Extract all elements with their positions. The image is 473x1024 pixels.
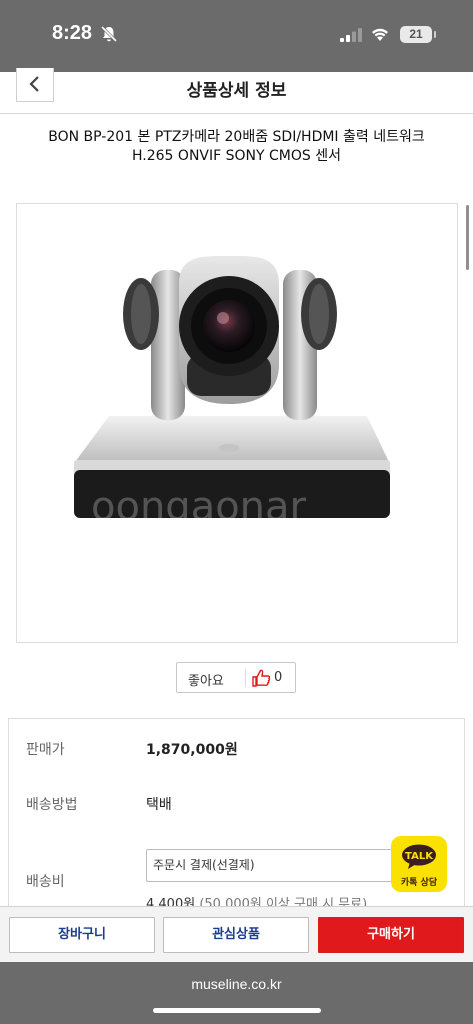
- shipping-method-value: 택배: [146, 797, 172, 813]
- scrollbar[interactable]: [466, 205, 469, 270]
- browser-url-bar[interactable]: museline.co.kr: [0, 962, 473, 1024]
- page-header: 상품상세 정보: [0, 68, 473, 114]
- price-value: 1,870,000원: [146, 742, 238, 758]
- kakao-chat-button[interactable]: TALK 카톡 상담: [391, 836, 447, 892]
- buy-now-button[interactable]: 구매하기: [318, 917, 464, 953]
- status-bar: 8:28 21: [0, 0, 473, 72]
- payment-option-select[interactable]: 주문시 결제(선결제): [146, 849, 400, 882]
- product-title: BON BP-201 본 PTZ카메라 20배줌 SDI/HDMI 출력 네트워…: [20, 128, 453, 166]
- add-to-cart-button[interactable]: 장바구니: [9, 917, 155, 953]
- page-title: 상품상세 정보: [186, 81, 287, 101]
- like-button[interactable]: 좋아요 0: [176, 662, 296, 693]
- status-time: 8:28: [52, 22, 93, 44]
- chat-bubble-icon: TALK: [402, 844, 436, 869]
- thumbs-up-icon: [252, 669, 271, 687]
- shipping-fee-label: 배송비: [26, 874, 65, 890]
- bottom-action-bar: 장바구니 관심상품 구매하기: [0, 906, 473, 962]
- wifi-icon: [372, 28, 388, 41]
- like-divider: [245, 669, 246, 687]
- battery-indicator: 21: [400, 26, 436, 43]
- like-label: 좋아요: [188, 674, 224, 689]
- ptz-camera-image: oongaonar: [74, 255, 390, 530]
- cellular-signal-icon: [340, 28, 362, 42]
- like-count: 0: [274, 670, 283, 685]
- url-text: museline.co.kr: [191, 976, 282, 992]
- price-label: 판매가: [26, 742, 65, 758]
- product-title-line-2: H.265 ONVIF SONY CMOS 센서: [132, 148, 341, 164]
- kakao-chat-label: 카톡 상담: [400, 878, 438, 888]
- home-indicator[interactable]: [153, 1008, 321, 1013]
- kakao-talk-badge: TALK: [405, 851, 434, 862]
- image-watermark: oongaonar: [91, 484, 307, 530]
- wishlist-button[interactable]: 관심상품: [163, 917, 309, 953]
- product-title-line-1: BON BP-201 본 PTZ카메라 20배줌 SDI/HDMI 출력 네트워…: [48, 129, 425, 145]
- product-image[interactable]: oongaonar: [16, 203, 458, 643]
- shipping-method-label: 배송방법: [26, 797, 78, 813]
- bell-muted-icon: [100, 25, 118, 43]
